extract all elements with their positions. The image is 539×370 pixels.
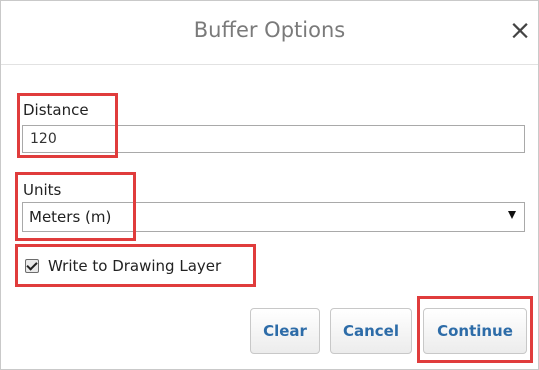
dialog-header: Buffer Options × (1, 1, 538, 65)
units-select[interactable]: Meters (m) (22, 202, 525, 232)
distance-input[interactable] (22, 125, 525, 153)
units-selected-value: Meters (m) (29, 208, 112, 226)
write-to-drawing-layer-checkbox[interactable] (25, 259, 39, 273)
chevron-down-icon (508, 211, 516, 219)
units-label: Units (23, 181, 62, 199)
cancel-button[interactable]: Cancel (330, 308, 412, 354)
dialog-title: Buffer Options (193, 18, 346, 42)
close-icon[interactable]: × (507, 17, 533, 45)
continue-button[interactable]: Continue (423, 308, 527, 354)
buffer-options-dialog: Buffer Options × Distance Units Meters (… (0, 0, 539, 370)
distance-label: Distance (23, 101, 89, 119)
write-to-drawing-layer-label[interactable]: Write to Drawing Layer (48, 257, 221, 275)
clear-button[interactable]: Clear (250, 308, 320, 354)
checkmark-icon (26, 259, 38, 271)
